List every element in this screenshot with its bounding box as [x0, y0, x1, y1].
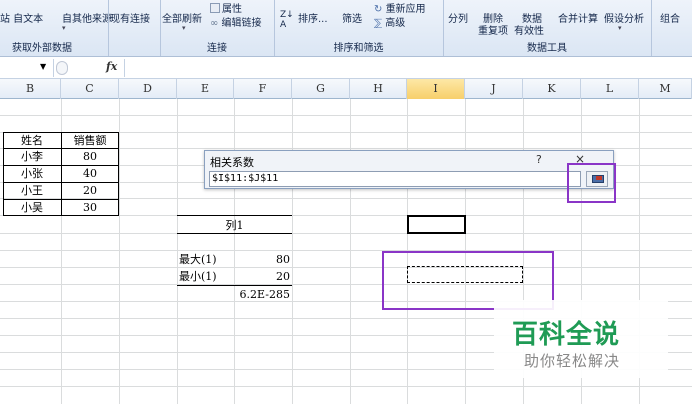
consolidate-button[interactable]: 合并计算 — [558, 10, 598, 25]
formula-bar: ▼ fx — [0, 57, 692, 79]
stats-max-value[interactable]: 80 — [234, 251, 290, 268]
correlation-dialog: 相关系数 ? × $I$11:$J$11 — [204, 150, 614, 189]
column-header-j[interactable]: J — [465, 79, 523, 99]
column-header-l[interactable]: L — [581, 79, 639, 99]
column-headers: B C D E F G H I J K L M — [0, 79, 692, 99]
watermark-title: 百科全说 — [512, 320, 621, 350]
column-header-m[interactable]: M — [639, 79, 692, 99]
column-header-d[interactable]: D — [119, 79, 177, 99]
active-cell-selection[interactable] — [407, 215, 466, 234]
table-cell[interactable]: 小王 — [3, 182, 61, 199]
table-header-name[interactable]: 姓名 — [3, 132, 61, 149]
table-cell[interactable]: 小李 — [3, 148, 61, 165]
table-cell[interactable]: 20 — [61, 182, 119, 199]
advanced-button[interactable]: ⅀ 高级 — [374, 14, 405, 29]
range-input[interactable]: $I$11:$J$11 — [209, 171, 581, 187]
group-label-sort-filter: 排序和筛选 — [333, 43, 384, 54]
existing-connections-button[interactable]: 现有连接 — [110, 10, 150, 25]
sort-button[interactable]: 排序... — [298, 10, 328, 25]
chevron-down-icon: ▾ — [618, 24, 622, 32]
divider — [108, 0, 109, 56]
group-button[interactable]: 组合 — [660, 10, 680, 25]
gridline — [0, 115, 692, 116]
remove-duplicates-label2: 重复项 — [478, 26, 508, 37]
gridline — [0, 250, 692, 251]
properties-button[interactable]: 属性 — [210, 0, 242, 15]
column-header-b[interactable]: B — [0, 79, 61, 99]
column-header-c[interactable]: C — [61, 79, 119, 99]
table-cell[interactable]: 30 — [61, 199, 119, 216]
group-label-data-tools: 数据工具 — [527, 43, 567, 54]
column-header-h[interactable]: H — [350, 79, 407, 99]
advanced-filter-icon: ⅀ — [374, 18, 386, 29]
chevron-down-icon: ▾ — [182, 24, 186, 32]
stats-border — [177, 215, 292, 216]
gridline — [177, 99, 178, 404]
stats-header[interactable]: 列1 — [177, 217, 292, 234]
watermark-subtitle: 助你轻松解决 — [524, 352, 621, 370]
watermark: 百科全说 助你轻松解决 — [494, 300, 668, 378]
dialog-title: 相关系数 — [210, 156, 254, 169]
table-header-sales[interactable]: 销售额 — [61, 132, 119, 149]
group-label-external-data: 获取外部数据 — [12, 43, 72, 54]
gridline — [0, 284, 692, 285]
name-box[interactable]: ▼ — [0, 59, 54, 77]
link-icon: ∞ — [210, 18, 222, 29]
formula-bar-expander[interactable] — [56, 61, 68, 75]
advanced-label: 高级 — [385, 18, 406, 29]
edit-links-button[interactable]: ∞ 编辑链接 — [210, 14, 262, 29]
column-header-k[interactable]: K — [523, 79, 581, 99]
stats-border — [177, 233, 292, 234]
gridline — [0, 233, 692, 234]
sort-az-icon: Z↓ A — [280, 10, 294, 30]
stats-min-value[interactable]: 20 — [234, 268, 290, 285]
table-cell[interactable]: 小张 — [3, 165, 61, 182]
column-header-i[interactable]: I — [407, 79, 465, 99]
column-header-g[interactable]: G — [292, 79, 350, 99]
stats-max-label[interactable]: 最大(1) — [179, 251, 234, 268]
table-cell[interactable]: 小吴 — [3, 199, 61, 216]
stats-extra-value[interactable]: 6.2E-285 — [234, 286, 290, 303]
from-other-sources-button[interactable]: 自其他来源 — [62, 10, 112, 25]
from-text-button[interactable]: 站 自文本 — [0, 10, 43, 25]
gridline — [350, 99, 351, 404]
properties-icon — [210, 3, 220, 13]
insert-function-button[interactable]: fx — [106, 60, 117, 73]
highlight-box — [567, 163, 616, 203]
gridline — [0, 267, 692, 268]
formula-input[interactable] — [124, 59, 692, 77]
help-button[interactable]: ? — [536, 153, 542, 166]
column-header-f[interactable]: F — [234, 79, 292, 99]
table-cell[interactable]: 80 — [61, 148, 119, 165]
gridline — [0, 386, 692, 387]
ribbon: 站 自文本 自其他来源 ▾ 现有连接 全部刷新 ▾ 属性 ∞ 编辑链接 Z↓ A … — [0, 0, 692, 57]
chevron-down-icon: ▾ — [62, 24, 66, 32]
edit-links-label: 编辑链接 — [221, 18, 262, 29]
divider — [651, 0, 652, 56]
data-validation-label2: 有效性 — [514, 26, 544, 37]
reapply-button[interactable]: ↻ 重新应用 — [374, 0, 426, 15]
gridline — [119, 99, 120, 404]
gridline — [292, 99, 293, 404]
group-label-connections: 连接 — [207, 43, 227, 54]
what-if-button[interactable]: 假设分析 — [604, 10, 644, 25]
table-cell[interactable]: 40 — [61, 165, 119, 182]
chevron-down-icon[interactable]: ▼ — [40, 62, 46, 71]
column-header-e[interactable]: E — [177, 79, 234, 99]
text-to-columns-button[interactable]: 分列 — [448, 10, 468, 25]
filter-button[interactable]: 筛选 — [342, 10, 362, 25]
stats-min-label[interactable]: 最小(1) — [179, 268, 234, 285]
